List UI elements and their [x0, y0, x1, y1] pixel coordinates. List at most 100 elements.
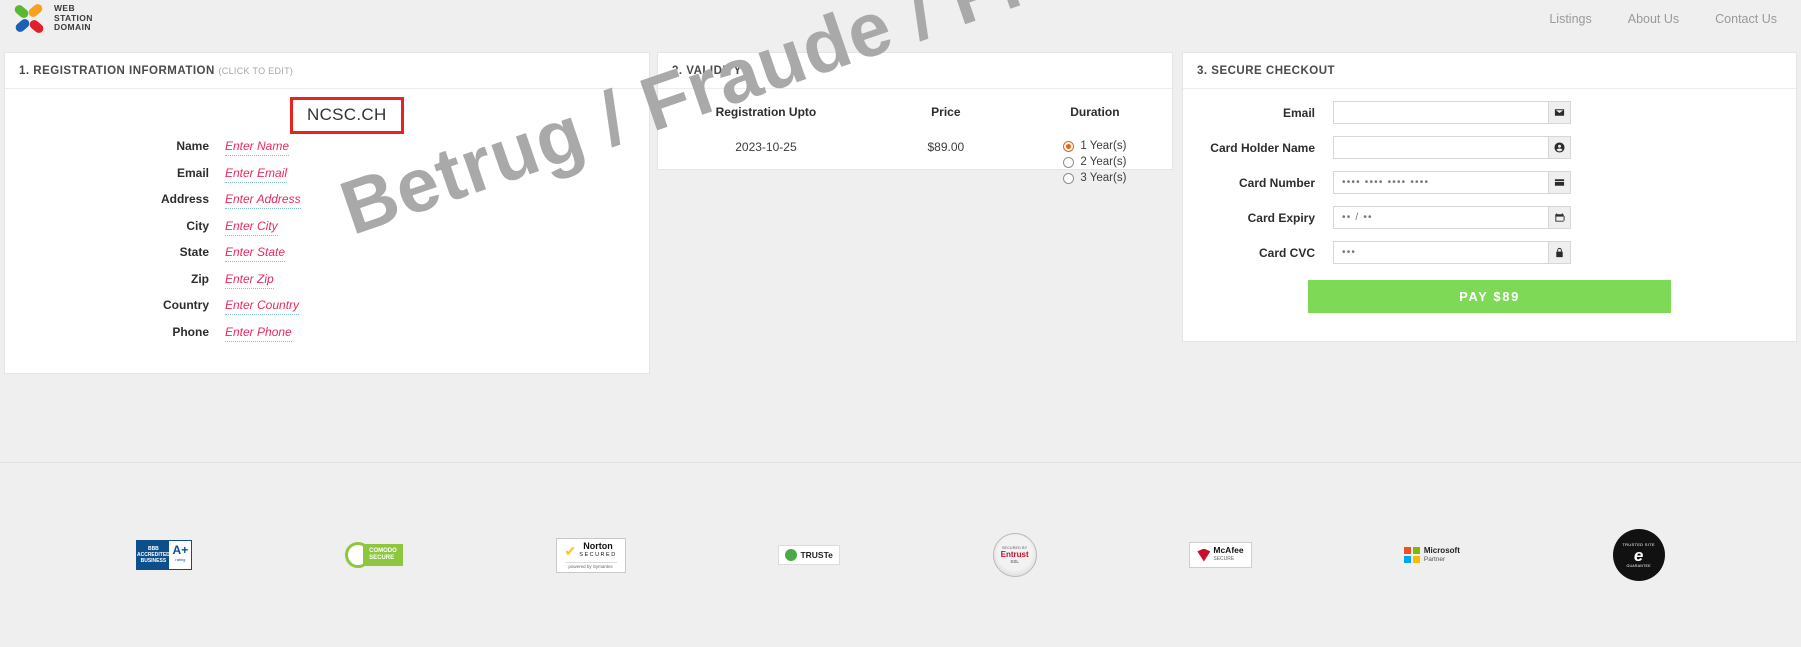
- radio-icon-2-year[interactable]: [1063, 156, 1075, 168]
- field-label-phone: Phone: [172, 324, 209, 339]
- radio-icon-1-year[interactable]: [1063, 140, 1075, 152]
- microsoft-line-1: Microsoft: [1423, 546, 1460, 555]
- duration-label-1-year: 1 Year(s): [1080, 140, 1127, 152]
- field-label-city: City: [186, 218, 209, 233]
- field-value-address[interactable]: Enter Address: [225, 192, 301, 209]
- logo-line-3: DOMAIN: [54, 22, 91, 33]
- field-value-phone[interactable]: Enter Phone: [225, 325, 292, 342]
- field-label-zip: Zip: [191, 271, 209, 286]
- site-footer: BBB ACCREDITED BUSINESS A+ rating COMODO: [0, 462, 1801, 647]
- duration-option-3-year[interactable]: 3 Year(s): [1063, 172, 1126, 184]
- checkout-field-card-number[interactable]: [1333, 171, 1571, 194]
- seal-line-3: GUARANTEE: [1626, 564, 1651, 568]
- registration-title-hint: (CLICK TO EDIT): [218, 66, 294, 76]
- checkout-field-email[interactable]: [1333, 101, 1571, 124]
- registration-row-zip[interactable]: Zip Enter Zip: [5, 272, 651, 299]
- checkout-field-card-expiry[interactable]: [1333, 206, 1571, 229]
- norton-line-3: powered by Symantec: [564, 561, 617, 569]
- brand-logo[interactable]: WEB STATION DOMAIN: [0, 1, 93, 35]
- trust-badges: BBB ACCREDITED BUSINESS A+ rating COMODO: [0, 463, 1801, 647]
- registration-row-name[interactable]: Name Enter Name: [5, 139, 651, 166]
- registration-row-city[interactable]: City Enter City: [5, 219, 651, 246]
- registration-row-address[interactable]: Address Enter Address: [5, 192, 651, 219]
- registration-row-country[interactable]: Country Enter Country: [5, 298, 651, 325]
- field-value-city[interactable]: Enter City: [225, 219, 278, 236]
- trusted-site-guarantee-seal: TRUSTED SITE e GUARANTEE: [1612, 529, 1665, 581]
- column-header-registration-upto: Registration Upto: [715, 105, 817, 119]
- bbb-caption: rating: [175, 557, 186, 562]
- checkout-field-card-cvc[interactable]: [1333, 241, 1571, 264]
- secure-checkout-panel: 3. SECURE CHECKOUT Email Card Holder Nam…: [1182, 52, 1797, 342]
- registration-row-phone[interactable]: Phone Enter Phone: [5, 325, 651, 352]
- field-label-state: State: [179, 245, 209, 259]
- pay-button[interactable]: PAY $89: [1308, 280, 1671, 313]
- radio-icon-3-year[interactable]: [1063, 172, 1075, 184]
- registration-panel-title: 1. REGISTRATION INFORMATION (CLICK TO ED…: [5, 53, 649, 89]
- bbb-grade: A+: [172, 543, 189, 557]
- checkout-field-card-holder-name[interactable]: [1333, 136, 1571, 159]
- calendar-icon: [1548, 206, 1571, 229]
- email-input[interactable]: [1333, 101, 1548, 124]
- duration-option-1-year[interactable]: 1 Year(s): [1063, 140, 1126, 152]
- field-value-country[interactable]: Enter Country: [225, 298, 300, 315]
- duration-label-2-year: 2 Year(s): [1080, 156, 1127, 168]
- checkout-label-card-holder-name: Card Holder Name: [1210, 140, 1315, 155]
- user-icon: [1548, 136, 1571, 159]
- registration-row-state[interactable]: State Enter State: [5, 245, 651, 272]
- duration-options-cell: 1 Year(s) 2 Year(s) 3 Year(s): [1018, 119, 1172, 188]
- mcafee-secure-badge: McAfee SECURE: [1189, 542, 1252, 568]
- card-number-input[interactable]: [1333, 171, 1548, 194]
- validity-table: Registration Upto Price Duration 2023-10…: [658, 95, 1172, 188]
- field-label-email: Email: [176, 165, 209, 180]
- checkout-label-email: Email: [1282, 105, 1315, 120]
- duration-label-3-year: 3 Year(s): [1080, 172, 1127, 184]
- checkout-label-card-expiry: Card Expiry: [1247, 210, 1315, 225]
- validity-table-header-row: Registration Upto Price Duration: [658, 95, 1172, 119]
- field-value-email[interactable]: Enter Email: [225, 166, 288, 183]
- credit-card-icon: [1548, 171, 1571, 194]
- field-value-state[interactable]: Enter State: [225, 245, 286, 262]
- value-price: $89.00: [927, 140, 965, 154]
- x-logo-icon: [12, 1, 46, 35]
- column-header-duration: Duration: [1070, 105, 1120, 119]
- checkout-label-card-cvc: Card CVC: [1258, 245, 1315, 260]
- duration-option-2-year[interactable]: 2 Year(s): [1063, 156, 1126, 168]
- lock-icon: [1548, 241, 1571, 264]
- checkout-row-card-expiry: Card Expiry: [1183, 206, 1796, 229]
- main-navigation: Listings About Us Contact Us: [1549, 12, 1801, 26]
- checkout-row-card-holder-name: Card Holder Name: [1183, 136, 1796, 159]
- bbb-line-3: BUSINESS: [140, 558, 167, 564]
- mcafee-line-1: McAfee: [1213, 545, 1244, 555]
- mcafee-shield-icon: [1197, 548, 1211, 562]
- registration-fields: Name Enter Name Email Enter Email Addres…: [5, 139, 651, 351]
- truste-seal-icon: [785, 549, 798, 561]
- truste-line-1: TRUSTe: [800, 550, 833, 560]
- truste-certified-badge: TRUSTe: [778, 545, 840, 565]
- entrust-ssl-badge: SECURED BY Entrust SSL: [992, 533, 1037, 577]
- validity-panel: 2. VALIDITY Registration Upto Price Dura…: [657, 52, 1173, 184]
- card-cvc-input[interactable]: [1333, 241, 1548, 264]
- column-header-price: Price: [931, 105, 961, 119]
- checkout-row-card-number: Card Number: [1183, 171, 1796, 194]
- checkout-label-card-number: Card Number: [1238, 175, 1315, 190]
- microsoft-partner-badge: Microsoft Partner: [1404, 546, 1460, 564]
- comodo-line-1: COMODO: [369, 548, 397, 554]
- validity-panel-title: 2. VALIDITY: [658, 53, 1172, 89]
- registration-row-email[interactable]: Email Enter Email: [5, 166, 651, 193]
- nav-item-about-us[interactable]: About Us: [1628, 12, 1679, 26]
- entrust-line-2: Entrust: [1000, 550, 1029, 559]
- registration-title-text: 1. REGISTRATION INFORMATION: [19, 65, 215, 77]
- site-header: WEB STATION DOMAIN Listings About Us Con…: [0, 0, 1801, 37]
- field-label-address: Address: [160, 192, 209, 206]
- field-value-name[interactable]: Enter Name: [225, 139, 290, 156]
- norton-line-2: SECURED: [579, 551, 617, 558]
- nav-item-contact-us[interactable]: Contact Us: [1715, 12, 1777, 26]
- comodo-secure-badge: COMODO SECURE: [345, 542, 403, 568]
- card-expiry-input[interactable]: [1333, 206, 1548, 229]
- validity-table-row: 2023-10-25 $89.00 1 Year(s) 2 Year(s) 3 …: [658, 119, 1172, 188]
- nav-item-listings[interactable]: Listings: [1549, 12, 1591, 26]
- domain-name-box[interactable]: NCSC.CH: [290, 97, 404, 134]
- field-value-zip[interactable]: Enter Zip: [225, 272, 274, 289]
- card-holder-name-input[interactable]: [1333, 136, 1548, 159]
- entrust-line-3: SSL: [1010, 559, 1019, 564]
